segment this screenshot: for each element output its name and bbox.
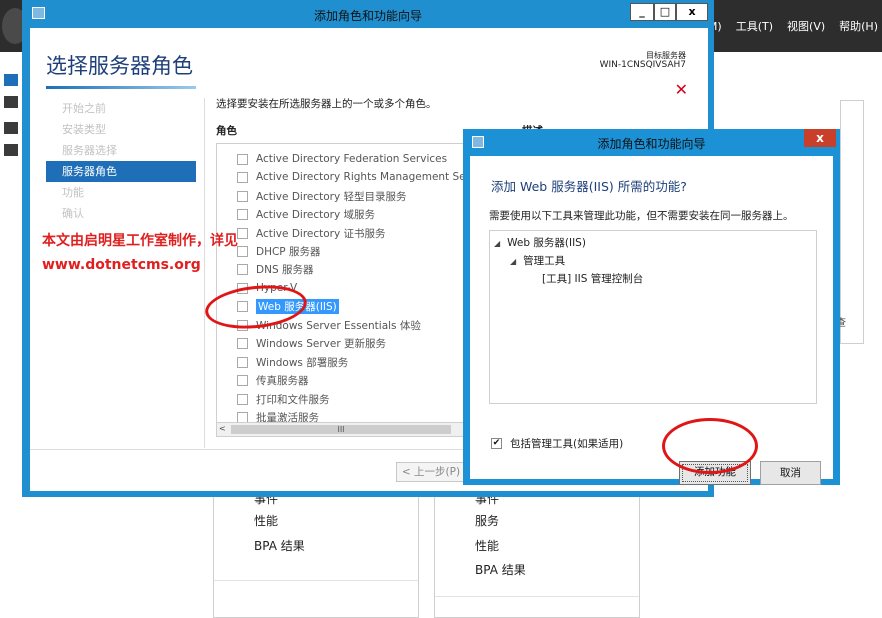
server-manager-right-panel bbox=[840, 100, 864, 344]
minimize-button[interactable]: _ bbox=[630, 3, 654, 21]
server-manager-sidebar bbox=[0, 52, 22, 618]
role-row[interactable]: Active Directory 轻型目录服务 bbox=[217, 187, 471, 205]
tree-item-iis-console: [工具] IIS 管理控制台 bbox=[542, 271, 643, 286]
horizontal-scrollbar[interactable]: < III bbox=[217, 422, 471, 436]
menu-view[interactable]: 视图(V) bbox=[787, 18, 825, 34]
role-label: Windows 部署服务 bbox=[256, 356, 349, 369]
tree-item-label: Web 服务器(IIS) bbox=[507, 237, 586, 249]
role-label: DNS 服务器 bbox=[256, 263, 314, 276]
role-checkbox[interactable] bbox=[237, 393, 248, 405]
role-row[interactable]: Windows 部署服务 bbox=[217, 353, 471, 371]
card-item[interactable]: BPA 结果 bbox=[475, 561, 526, 578]
add-features-dialog: 添加角色和功能向导 x 添加 Web 服务器(IIS) 所需的功能? 需要使用以… bbox=[463, 129, 840, 485]
annotation-ellipse-add-features bbox=[662, 418, 758, 474]
role-checkbox[interactable] bbox=[237, 356, 248, 368]
wizard-title: 添加角色和功能向导 bbox=[313, 9, 422, 23]
dialog-question: 添加 Web 服务器(IIS) 所需的功能? bbox=[491, 179, 687, 194]
role-row[interactable]: 打印和文件服务 bbox=[217, 390, 471, 408]
role-label: 打印和文件服务 bbox=[256, 393, 330, 406]
role-label: Active Directory Rights Management Servi… bbox=[256, 171, 471, 183]
nav-item-installation-type[interactable]: 安装类型 bbox=[46, 119, 196, 140]
nav-item-server-selection[interactable]: 服务器选择 bbox=[46, 140, 196, 161]
watermark-url: www.dotnetcms.org bbox=[42, 257, 201, 273]
role-label: 传真服务器 bbox=[256, 374, 309, 387]
watermark-text: 本文由启明星工作室制作，详见 bbox=[42, 233, 238, 249]
role-checkbox[interactable] bbox=[237, 263, 248, 275]
close-icon[interactable]: ✕ bbox=[675, 80, 688, 99]
role-checkbox[interactable] bbox=[237, 245, 248, 257]
role-label: DHCP 服务器 bbox=[256, 245, 321, 258]
heading-underline bbox=[46, 86, 196, 89]
card-item[interactable]: 性能 bbox=[475, 537, 499, 554]
tree-item-web-server[interactable]: ◢ Web 服务器(IIS) bbox=[494, 235, 586, 250]
dialog-explanation: 需要使用以下工具来管理此功能，但不需要安装在同一服务器上。 bbox=[489, 210, 794, 222]
nav-item-features[interactable]: 功能 bbox=[46, 182, 196, 203]
role-checkbox[interactable] bbox=[237, 374, 248, 386]
nav-item-before-you-begin[interactable]: 开始之前 bbox=[46, 98, 196, 119]
cancel-button[interactable]: 取消 bbox=[760, 461, 821, 485]
role-checkbox[interactable] bbox=[237, 411, 248, 423]
file-services-icon[interactable] bbox=[4, 144, 18, 156]
role-label: Active Directory Federation Services bbox=[256, 153, 448, 165]
role-row[interactable]: Windows Server 更新服务 bbox=[217, 334, 471, 352]
all-servers-icon[interactable] bbox=[4, 122, 18, 134]
roles-column-header: 角色 bbox=[216, 125, 237, 137]
role-checkbox[interactable] bbox=[237, 337, 248, 349]
dialog-close-button[interactable]: x bbox=[804, 129, 836, 147]
wizard-nav: 开始之前 安装类型 服务器选择 服务器角色 功能 确认 bbox=[46, 98, 196, 224]
menu-help[interactable]: 帮助(H) bbox=[839, 18, 878, 34]
scrollbar-thumb[interactable]: III bbox=[231, 425, 451, 434]
include-label: 包括管理工具(如果适用) bbox=[510, 438, 624, 450]
role-row[interactable]: Active Directory Federation Services bbox=[217, 150, 471, 168]
include-management-tools[interactable]: ✔ 包括管理工具(如果适用) bbox=[491, 436, 623, 451]
role-label: Windows Server 更新服务 bbox=[256, 337, 386, 350]
card-item[interactable]: 性能 bbox=[254, 512, 278, 529]
nav-divider bbox=[204, 98, 205, 448]
tree-item-label: 管理工具 bbox=[523, 255, 566, 267]
menu-tools[interactable]: 工具(T) bbox=[736, 18, 773, 34]
role-row[interactable]: 传真服务器 bbox=[217, 371, 471, 389]
role-checkbox[interactable] bbox=[237, 153, 248, 165]
bg-tile-card-2: 事件 服务 性能 BPA 结果 bbox=[434, 492, 640, 618]
target-server-name: WIN-1CNSQIVSAH7 bbox=[599, 60, 686, 70]
server-manager-menu: 理(M) 工具(T) 视图(V) 帮助(H) bbox=[693, 18, 882, 34]
role-label: Active Directory 域服务 bbox=[256, 208, 376, 221]
scroll-left-icon[interactable]: < bbox=[219, 424, 226, 433]
local-server-icon[interactable] bbox=[4, 96, 18, 108]
tree-item-label: [工具] IIS 管理控制台 bbox=[542, 273, 644, 285]
page-title: 选择服务器角色 bbox=[46, 54, 193, 78]
tree-item-management-tools[interactable]: ◢ 管理工具 bbox=[510, 253, 565, 268]
include-checkbox[interactable]: ✔ bbox=[491, 438, 502, 449]
role-checkbox[interactable] bbox=[237, 171, 248, 183]
role-row[interactable]: Active Directory 域服务 bbox=[217, 205, 471, 223]
card-item[interactable]: 服务 bbox=[475, 512, 499, 529]
dialog-body: 添加 Web 服务器(IIS) 所需的功能? 需要使用以下工具来管理此功能，但不… bbox=[470, 156, 833, 485]
tree-expand-icon[interactable]: ◢ bbox=[510, 257, 516, 266]
close-button[interactable]: x bbox=[676, 3, 708, 21]
tree-expand-icon[interactable]: ◢ bbox=[494, 239, 500, 248]
role-label: Active Directory 证书服务 bbox=[256, 227, 386, 240]
nav-item-confirmation[interactable]: 确认 bbox=[46, 203, 196, 224]
role-row[interactable]: Active Directory 证书服务 bbox=[217, 224, 471, 242]
role-row[interactable]: Active Directory Rights Management Servi… bbox=[217, 168, 471, 186]
role-row[interactable]: DNS 服务器 bbox=[217, 260, 471, 278]
features-tree: ◢ Web 服务器(IIS) ◢ 管理工具 [工具] IIS 管理控制台 bbox=[489, 230, 817, 404]
dialog-title: 添加角色和功能向导 bbox=[597, 137, 706, 151]
previous-button[interactable]: < 上一步(P) bbox=[396, 462, 466, 482]
card-item[interactable]: BPA 结果 bbox=[254, 537, 305, 554]
wizard-titlebar[interactable]: 添加角色和功能向导 _ □ x bbox=[22, 0, 714, 28]
role-checkbox[interactable] bbox=[237, 190, 248, 202]
role-checkbox[interactable] bbox=[237, 208, 248, 220]
role-row[interactable]: DHCP 服务器 bbox=[217, 242, 471, 260]
bg-tile-card-1: 事件 性能 BPA 结果 bbox=[213, 492, 419, 618]
role-checkbox[interactable] bbox=[237, 227, 248, 239]
role-label: Active Directory 轻型目录服务 bbox=[256, 190, 407, 203]
dashboard-icon[interactable] bbox=[4, 74, 18, 86]
maximize-button[interactable]: □ bbox=[654, 3, 676, 21]
roles-instruction: 选择要安装在所选服务器上的一个或多个角色。 bbox=[216, 98, 437, 110]
nav-item-server-roles[interactable]: 服务器角色 bbox=[46, 161, 196, 182]
